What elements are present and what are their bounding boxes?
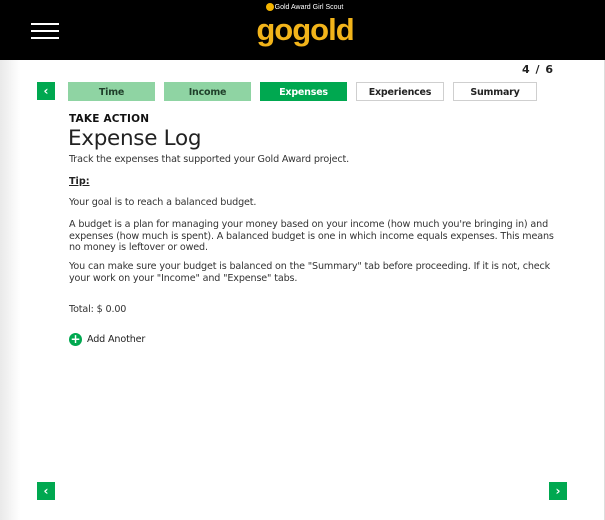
app-header: Gold Award Girl Scout gogold (0, 0, 605, 60)
add-another-button[interactable]: + Add Another (69, 332, 145, 346)
tip-budget-definition: A budget is a plan for managing your mon… (69, 219, 554, 253)
chevron-right-icon[interactable]: › (549, 482, 567, 500)
expense-total: Total: $ 0.00 (69, 304, 127, 315)
plus-circle-icon[interactable]: + (69, 332, 82, 346)
section-kicker: TAKE ACTION (69, 113, 150, 125)
tab-income[interactable]: Income (164, 82, 251, 101)
hamburger-menu-icon[interactable] (31, 23, 59, 39)
chevron-left-icon[interactable]: ‹ (37, 482, 55, 500)
logo-wordmark: gogold (256, 12, 354, 47)
logo-tagline: Gold Award Girl Scout (253, 4, 357, 11)
add-another-label[interactable]: Add Another (87, 334, 145, 345)
tab-expenses[interactable]: Expenses (260, 82, 347, 101)
tip-goal-text: Your goal is to reach a balanced budget. (69, 197, 257, 208)
tip-label: Tip: (69, 176, 90, 187)
sun-icon (266, 4, 273, 11)
tab-summary[interactable]: Summary (453, 82, 537, 101)
tip-summary-check: You can make sure your budget is balance… (69, 261, 551, 284)
left-shadow (0, 60, 20, 520)
chevron-left-icon[interactable]: ‹ (37, 82, 55, 100)
page-title: Expense Log (68, 126, 202, 151)
page-subtitle: Track the expenses that supported your G… (69, 154, 349, 165)
tab-time[interactable]: Time (68, 82, 155, 101)
tab-experiences[interactable]: Experiences (356, 82, 444, 101)
gogold-logo[interactable]: Gold Award Girl Scout gogold (253, 4, 357, 50)
page-counter: 4 / 6 (522, 63, 554, 76)
